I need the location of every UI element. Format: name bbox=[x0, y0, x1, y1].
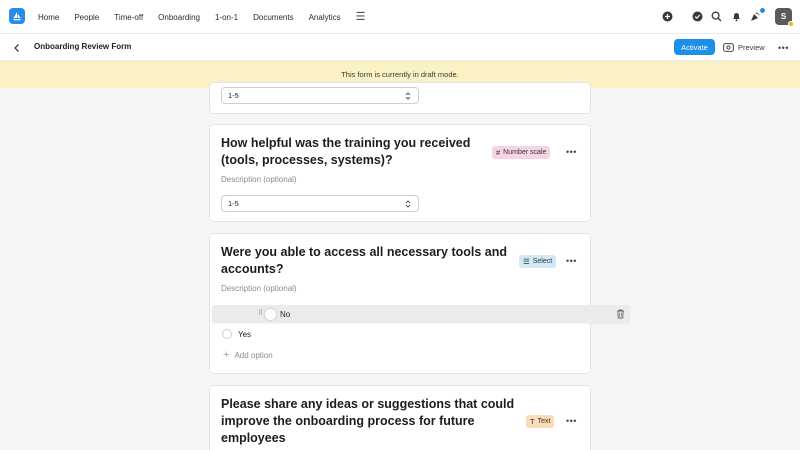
option-label[interactable]: No bbox=[280, 310, 290, 319]
scale-select[interactable]: 1-5 bbox=[221, 195, 419, 212]
add-option-button[interactable]: + Add option bbox=[223, 349, 273, 361]
nav-link-analytics[interactable]: Analytics bbox=[309, 13, 341, 22]
question-title[interactable]: Were you able to access all necessary to… bbox=[221, 244, 507, 278]
nav-link-1-on-1[interactable]: 1-on-1 bbox=[215, 13, 238, 22]
question-more-icon[interactable]: ••• bbox=[566, 147, 577, 157]
question-type-tag[interactable]: # Number scale bbox=[492, 146, 551, 159]
page-title: Onboarding Review Form bbox=[34, 42, 132, 51]
chevron-up-down-icon bbox=[405, 200, 411, 208]
option-row-dragging[interactable]: ⠿ No bbox=[212, 305, 630, 323]
question-title[interactable]: Please share any ideas or suggestions th… bbox=[221, 396, 514, 447]
scale-select[interactable]: 1-5 bbox=[221, 87, 419, 104]
add-option-label: Add option bbox=[234, 350, 273, 360]
tag-label: Number scale bbox=[503, 149, 547, 156]
question-type-tag[interactable]: T Text bbox=[526, 415, 555, 428]
question-more-icon[interactable]: ••• bbox=[566, 416, 577, 426]
tag-label: Text bbox=[537, 418, 551, 425]
avatar-status-badge bbox=[788, 21, 794, 27]
option-radio[interactable] bbox=[265, 309, 276, 320]
question-title-line: improve the onboarding process for futur… bbox=[221, 414, 475, 428]
preview-button[interactable]: Preview bbox=[723, 40, 765, 54]
main-nav: Home People Time-off Onboarding 1-on-1 D… bbox=[38, 0, 365, 34]
question-card: Please share any ideas or suggestions th… bbox=[209, 385, 591, 450]
avatar[interactable]: S bbox=[775, 8, 794, 27]
app-logo[interactable] bbox=[9, 8, 25, 24]
form-header: Onboarding Review Form Activate Preview … bbox=[0, 34, 800, 61]
option-row[interactable]: Yes bbox=[222, 328, 251, 340]
description-field[interactable]: Description (optional) bbox=[221, 284, 297, 293]
question-title-line: accounts? bbox=[221, 262, 284, 276]
tag-label: Select bbox=[532, 258, 553, 265]
search-icon[interactable] bbox=[711, 11, 722, 22]
question-title-line: How helpful was the training you receive… bbox=[221, 136, 471, 150]
drag-handle-icon[interactable]: ⠿ bbox=[258, 309, 263, 317]
check-circle-icon[interactable] bbox=[692, 11, 703, 22]
question-more-icon[interactable]: ••• bbox=[566, 256, 577, 266]
activate-button[interactable]: Activate bbox=[674, 39, 715, 55]
question-title-line: (tools, processes, systems)? bbox=[221, 153, 393, 167]
plus-circle-icon[interactable] bbox=[662, 11, 673, 22]
question-title-line: Were you able to access all necessary to… bbox=[221, 245, 508, 259]
chevron-left-icon bbox=[14, 44, 19, 52]
chevron-up-down-icon bbox=[405, 92, 411, 100]
avatar-initial: S bbox=[780, 12, 787, 21]
hamburger-menu-icon[interactable]: ☰ bbox=[356, 10, 366, 23]
trash-icon[interactable] bbox=[616, 309, 625, 319]
back-button[interactable] bbox=[11, 41, 23, 53]
celebration-icon[interactable] bbox=[750, 11, 761, 22]
notification-dot bbox=[760, 8, 765, 13]
text-format-icon: T bbox=[530, 417, 535, 426]
eye-icon bbox=[723, 42, 734, 52]
sail-icon bbox=[13, 12, 21, 21]
question-title-line: employees bbox=[221, 431, 286, 445]
banner-text: This form is currently in draft mode. bbox=[341, 70, 459, 79]
preview-label: Preview bbox=[738, 42, 765, 52]
plus-icon: + bbox=[223, 349, 230, 361]
scale-select-value: 1-5 bbox=[228, 91, 239, 100]
nav-link-documents[interactable]: Documents bbox=[253, 13, 293, 22]
nav-link-people[interactable]: People bbox=[74, 13, 99, 22]
list-icon: ☰ bbox=[523, 257, 530, 266]
question-type-tag[interactable]: ☰ Select bbox=[519, 255, 557, 268]
question-card: How helpful was the training you receive… bbox=[209, 124, 591, 222]
question-title-line: Please share any ideas or suggestions th… bbox=[221, 397, 515, 411]
description-field[interactable]: Description (optional) bbox=[221, 175, 297, 184]
top-nav: Home People Time-off Onboarding 1-on-1 D… bbox=[0, 0, 800, 34]
scale-select-value: 1-5 bbox=[228, 199, 239, 208]
more-options-icon[interactable]: ••• bbox=[778, 43, 789, 53]
option-radio[interactable] bbox=[222, 329, 232, 339]
hash-icon: # bbox=[496, 148, 501, 157]
nav-link-time-off[interactable]: Time-off bbox=[114, 13, 143, 22]
bell-icon[interactable] bbox=[731, 11, 742, 22]
nav-link-onboarding[interactable]: Onboarding bbox=[158, 13, 200, 22]
question-card: 1-5 bbox=[209, 82, 591, 114]
question-title[interactable]: How helpful was the training you receive… bbox=[221, 135, 470, 169]
nav-link-home[interactable]: Home bbox=[38, 13, 59, 22]
option-label[interactable]: Yes bbox=[238, 330, 251, 339]
